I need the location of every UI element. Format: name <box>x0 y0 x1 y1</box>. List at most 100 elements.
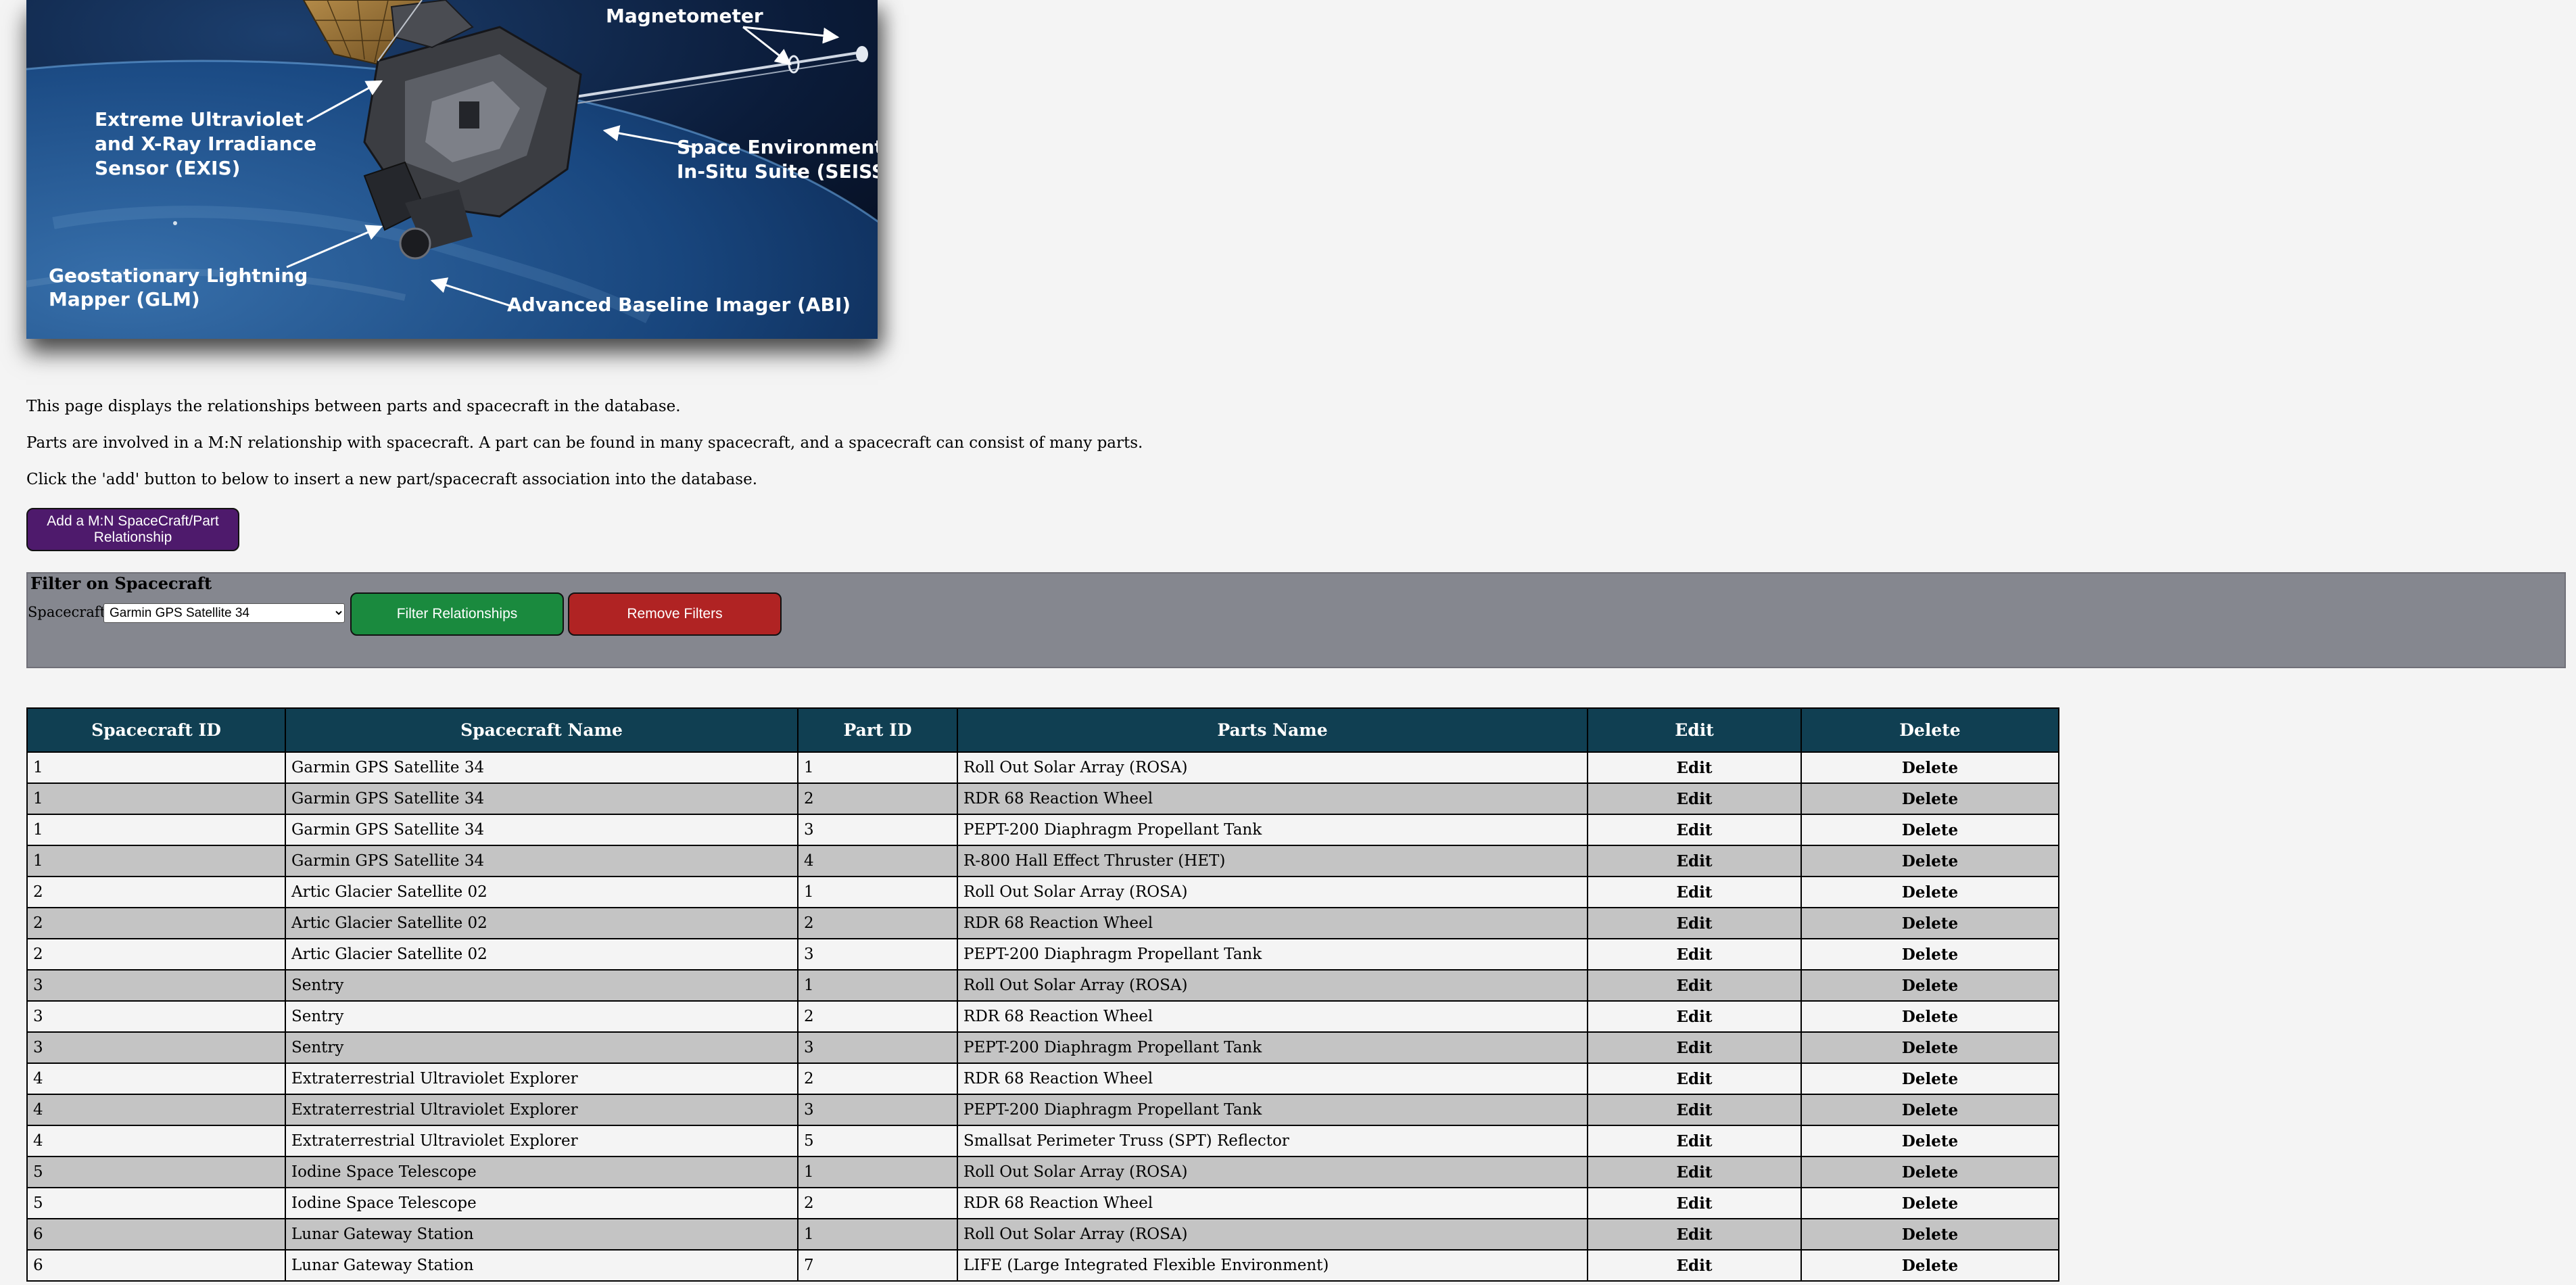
cell-parts-name: PEPT-200 Diaphragm Propellant Tank <box>957 1094 1588 1126</box>
cell-spacecraft-id: 2 <box>26 938 286 971</box>
abi-label: Advanced Baseline Imager (ABI) <box>507 294 851 316</box>
intro-text-instructions: Click the 'add' button to below to inser… <box>26 471 758 488</box>
cell-spacecraft-id: 3 <box>26 1031 286 1064</box>
delete-link[interactable]: Delete <box>1800 1125 2059 1157</box>
edit-link[interactable]: Edit <box>1587 1218 1802 1251</box>
table-row: 1 Garmin GPS Satellite 34 4 R-800 Hall Effe… <box>26 845 2059 877</box>
cell-parts-name: RDR 68 Reaction Wheel <box>957 782 1588 815</box>
add-relationship-button[interactable]: Add a M:N SpaceCraft/Part Relationship <box>26 508 239 551</box>
header-edit: Edit <box>1587 707 1802 753</box>
delete-link[interactable]: Delete <box>1800 1062 2059 1095</box>
cell-spacecraft-id: 1 <box>26 845 286 877</box>
edit-link[interactable]: Edit <box>1587 1156 1802 1188</box>
edit-link[interactable]: Edit <box>1587 782 1802 815</box>
cell-part-id: 3 <box>797 938 958 971</box>
delete-link[interactable]: Delete <box>1800 1000 2059 1033</box>
cell-parts-name: RDR 68 Reaction Wheel <box>957 1062 1588 1095</box>
magnetometer-label: Magnetometer <box>606 5 763 27</box>
delete-link[interactable]: Delete <box>1800 1249 2059 1282</box>
cell-spacecraft-id: 1 <box>26 751 286 784</box>
table-row: 3 Sentry 2 RDR 68 Reaction Wheel Edit Delete <box>26 1000 2059 1033</box>
table-row: 6 Lunar Gateway Station 7 LIFE (Large Integ… <box>26 1249 2059 1282</box>
delete-link[interactable]: Delete <box>1800 1218 2059 1251</box>
delete-link[interactable]: Delete <box>1800 751 2059 784</box>
cell-spacecraft-name: Iodine Space Telescope <box>285 1156 798 1188</box>
cell-spacecraft-id: 1 <box>26 814 286 846</box>
cell-part-id: 2 <box>797 1000 958 1033</box>
cell-spacecraft-name: Garmin GPS Satellite 34 <box>285 845 798 877</box>
filter-relationships-button[interactable]: Filter Relationships <box>350 592 564 636</box>
cell-spacecraft-name: Sentry <box>285 1031 798 1064</box>
cell-spacecraft-id: 6 <box>26 1249 286 1282</box>
edit-link[interactable]: Edit <box>1587 907 1802 939</box>
cell-part-id: 1 <box>797 1218 958 1251</box>
exis-label-line-1: Extreme Ultraviolet <box>95 108 304 131</box>
satellite-illustration: Magnetometer Extreme Ultraviolet and X-R… <box>26 0 878 339</box>
remove-filters-button[interactable]: Remove Filters <box>568 592 782 636</box>
cell-parts-name: Roll Out Solar Array (ROSA) <box>957 876 1588 908</box>
cell-spacecraft-id: 4 <box>26 1062 286 1095</box>
cell-parts-name: PEPT-200 Diaphragm Propellant Tank <box>957 1031 1588 1064</box>
edit-link[interactable]: Edit <box>1587 969 1802 1002</box>
delete-link[interactable]: Delete <box>1800 938 2059 971</box>
delete-link[interactable]: Delete <box>1800 1094 2059 1126</box>
table-header-row: Spacecraft ID Spacecraft Name Part ID Pa… <box>26 707 2059 753</box>
cell-parts-name: RDR 68 Reaction Wheel <box>957 1187 1588 1219</box>
spacecraft-select[interactable]: Garmin GPS Satellite 34 <box>103 603 345 623</box>
delete-link[interactable]: Delete <box>1800 1187 2059 1219</box>
edit-link[interactable]: Edit <box>1587 1000 1802 1033</box>
edit-link[interactable]: Edit <box>1587 938 1802 971</box>
cell-spacecraft-name: Sentry <box>285 969 798 1002</box>
delete-link[interactable]: Delete <box>1800 845 2059 877</box>
table-row: 2 Artic Glacier Satellite 02 3 PEPT-200 Dia… <box>26 938 2059 971</box>
cell-spacecraft-name: Garmin GPS Satellite 34 <box>285 782 798 815</box>
exis-label-line-3: Sensor (EXIS) <box>95 157 240 179</box>
edit-link[interactable]: Edit <box>1587 876 1802 908</box>
cell-part-id: 1 <box>797 1156 958 1188</box>
delete-link[interactable]: Delete <box>1800 782 2059 815</box>
cell-spacecraft-name: Garmin GPS Satellite 34 <box>285 751 798 784</box>
cell-part-id: 2 <box>797 1062 958 1095</box>
table-row: 5 Iodine Space Telescope 2 RDR 68 Reaction … <box>26 1187 2059 1219</box>
edit-link[interactable]: Edit <box>1587 751 1802 784</box>
delete-link[interactable]: Delete <box>1800 1156 2059 1188</box>
edit-link[interactable]: Edit <box>1587 1031 1802 1064</box>
cell-part-id: 2 <box>797 782 958 815</box>
cell-part-id: 3 <box>797 1031 958 1064</box>
seiss-label-line-1: Space Environment <box>677 136 878 158</box>
edit-link[interactable]: Edit <box>1587 1187 1802 1219</box>
table-row: 4 Extraterrestrial Ultraviolet Explorer 2 R… <box>26 1062 2059 1095</box>
edit-link[interactable]: Edit <box>1587 1094 1802 1126</box>
edit-link[interactable]: Edit <box>1587 1062 1802 1095</box>
edit-link[interactable]: Edit <box>1587 814 1802 846</box>
delete-link[interactable]: Delete <box>1800 1031 2059 1064</box>
cell-spacecraft-name: Lunar Gateway Station <box>285 1249 798 1282</box>
table-row: 4 Extraterrestrial Ultraviolet Explorer 3 P… <box>26 1094 2059 1126</box>
cell-part-id: 4 <box>797 845 958 877</box>
edit-link[interactable]: Edit <box>1587 1125 1802 1157</box>
cell-spacecraft-name: Artic Glacier Satellite 02 <box>285 876 798 908</box>
header-part-id: Part ID <box>797 707 958 753</box>
header-delete: Delete <box>1800 707 2059 753</box>
cell-part-id: 7 <box>797 1249 958 1282</box>
cell-spacecraft-name: Artic Glacier Satellite 02 <box>285 907 798 939</box>
header-spacecraft-name: Spacecraft Name <box>285 707 798 753</box>
delete-link[interactable]: Delete <box>1800 876 2059 908</box>
delete-link[interactable]: Delete <box>1800 969 2059 1002</box>
table-row: 2 Artic Glacier Satellite 02 2 RDR 68 React… <box>26 907 2059 939</box>
edit-link[interactable]: Edit <box>1587 845 1802 877</box>
cell-part-id: 3 <box>797 814 958 846</box>
delete-link[interactable]: Delete <box>1800 814 2059 846</box>
cell-spacecraft-name: Lunar Gateway Station <box>285 1218 798 1251</box>
cell-parts-name: Smallsat Perimeter Truss (SPT) Reflector <box>957 1125 1588 1157</box>
table-row: 1 Garmin GPS Satellite 34 2 RDR 68 Reaction… <box>26 782 2059 815</box>
table-row: 2 Artic Glacier Satellite 02 1 Roll Out Sol… <box>26 876 2059 908</box>
cell-parts-name: Roll Out Solar Array (ROSA) <box>957 1218 1588 1251</box>
delete-link[interactable]: Delete <box>1800 907 2059 939</box>
filter-panel: Filter on Spacecraft Spacecraft Garmin G… <box>26 572 2566 668</box>
table-row: 1 Garmin GPS Satellite 34 1 Roll Out Solar … <box>26 751 2059 784</box>
relationships-table: Spacecraft ID Spacecraft Name Part ID Pa… <box>26 707 2059 1282</box>
cell-spacecraft-id: 3 <box>26 969 286 1002</box>
edit-link[interactable]: Edit <box>1587 1249 1802 1282</box>
cell-part-id: 5 <box>797 1125 958 1157</box>
